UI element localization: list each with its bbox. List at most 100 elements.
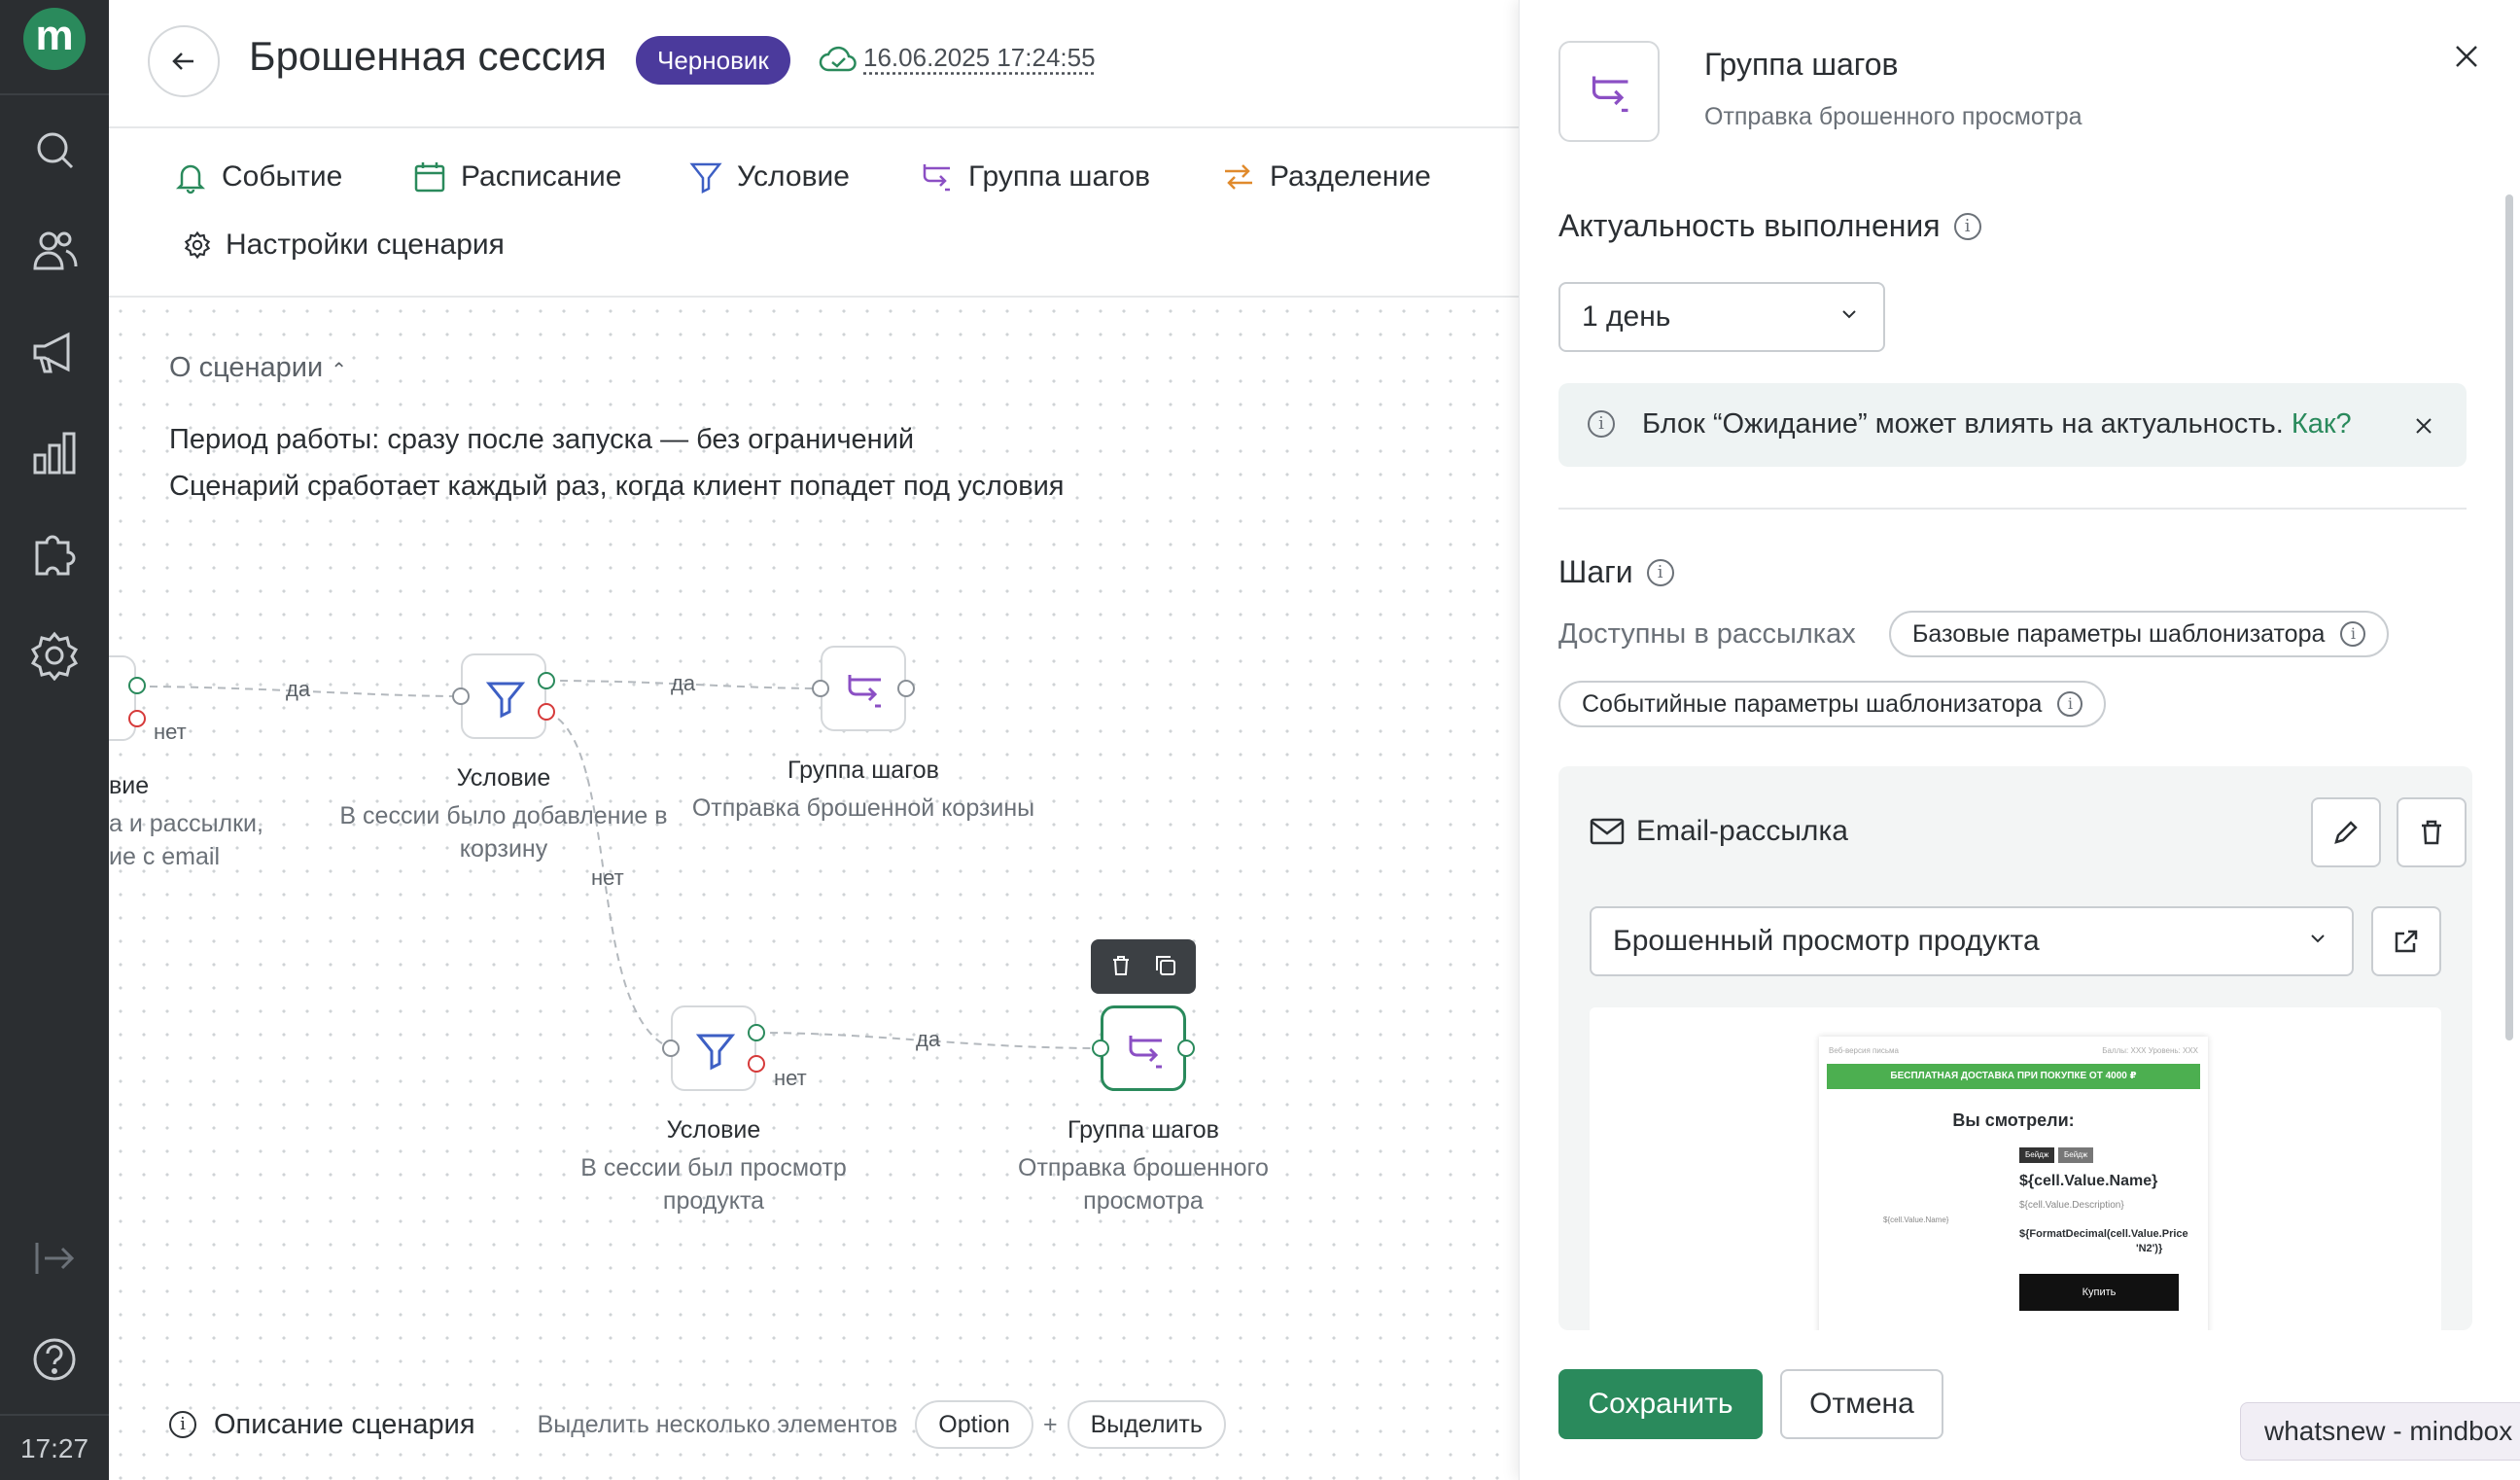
port-out[interactable] <box>897 680 915 697</box>
steps-icon <box>844 669 887 712</box>
puzzle-icon[interactable] <box>29 529 80 580</box>
search-icon[interactable] <box>29 124 80 175</box>
preview-badge: Бейдж <box>2058 1147 2093 1163</box>
divider <box>1558 508 2467 510</box>
info-icon[interactable]: i <box>1954 213 1981 240</box>
tool-label: Группа шагов <box>968 160 1150 194</box>
copy-icon[interactable] <box>1153 953 1178 978</box>
logout-icon[interactable] <box>29 1233 80 1284</box>
trash-icon[interactable] <box>1108 953 1134 978</box>
panel-scrollbar[interactable] <box>2505 194 2513 1040</box>
alert-text: Блок “Ожидание” может влиять на актуальн… <box>1642 408 2284 440</box>
port-no[interactable] <box>538 703 555 721</box>
plus-sign: + <box>1043 1411 1058 1439</box>
port-yes[interactable] <box>538 672 555 689</box>
port-out[interactable] <box>1177 1040 1195 1057</box>
header: Брошенная сессия Черновик 16.06.2025 17:… <box>109 0 1519 128</box>
chart-icon[interactable] <box>29 428 80 478</box>
save-button[interactable]: Сохранить <box>1558 1369 1763 1439</box>
port-yes[interactable] <box>748 1024 765 1041</box>
key-select-chip: Выделить <box>1068 1400 1226 1449</box>
filter-icon <box>688 159 723 194</box>
open-template-button[interactable] <box>2371 906 2441 976</box>
sidebar-divider <box>0 1414 109 1416</box>
info-alert: i Блок “Ожидание” может влиять на актуал… <box>1558 383 2467 467</box>
delete-button[interactable] <box>2397 797 2467 867</box>
logo[interactable]: m <box>23 8 86 70</box>
relevance-select[interactable]: 1 день <box>1558 282 1885 352</box>
users-icon[interactable] <box>29 226 80 276</box>
condition-node[interactable] <box>671 1005 756 1091</box>
tool-schedule[interactable]: Расписание <box>412 154 621 200</box>
available-label: Доступны в рассылках <box>1558 618 1856 651</box>
edge-label-no: нет <box>774 1066 807 1091</box>
info-icon: i <box>2340 621 2365 647</box>
port-no[interactable] <box>128 710 146 727</box>
status-badge: Черновик <box>636 36 790 85</box>
filter-icon <box>694 1029 737 1072</box>
gear-icon[interactable] <box>29 630 80 681</box>
back-button[interactable] <box>148 25 220 97</box>
panel-subtitle[interactable]: Отправка брошенного просмотра <box>1704 103 2082 131</box>
info-icon[interactable]: i <box>1647 559 1674 586</box>
pencil-icon <box>2332 819 2360 846</box>
node-title: вие <box>109 772 149 800</box>
description-toggle[interactable]: i Описание сценария <box>169 1409 475 1441</box>
tool-step-group[interactable]: Группа шагов <box>920 154 1150 200</box>
panel-title[interactable]: Группа шагов <box>1704 47 1899 83</box>
edge-label-yes: да <box>671 671 695 696</box>
about-toggle[interactable]: О сценарии ⌃ <box>169 352 347 384</box>
port-in[interactable] <box>812 680 829 697</box>
close-icon[interactable] <box>2414 416 2433 436</box>
preview-product-desc: ${cell.Value.Description} <box>2019 1200 2124 1211</box>
chevron-down-icon <box>1840 305 1858 323</box>
sidebar-divider <box>0 93 109 95</box>
edit-button[interactable] <box>2311 797 2381 867</box>
close-icon[interactable] <box>2451 41 2482 72</box>
chevron-up-icon: ⌃ <box>331 360 347 381</box>
event-params-chip[interactable]: Событийные параметры шаблонизатора i <box>1558 681 2106 727</box>
preview-product-price: ${FormatDecimal(cell.Value.Price 'N2')} <box>2019 1227 2188 1256</box>
canvas-footer: i Описание сценария Выделить несколько э… <box>169 1400 1226 1449</box>
node-title: Условие <box>406 764 601 793</box>
port-in[interactable] <box>1092 1040 1109 1057</box>
steps-icon <box>1588 70 1634 117</box>
port-in[interactable] <box>452 687 470 705</box>
megaphone-icon[interactable] <box>29 327 80 377</box>
tool-event[interactable]: Событие <box>173 154 342 200</box>
steps-icon <box>920 159 955 194</box>
node-title: Группа шагов <box>1017 1116 1270 1145</box>
cancel-button[interactable]: Отмена <box>1780 1369 1943 1439</box>
settings-label: Настройки сценария <box>226 229 505 262</box>
step-group-node[interactable] <box>821 646 906 731</box>
external-link-icon <box>2393 928 2420 955</box>
step-group-node-selected[interactable] <box>1101 1005 1186 1091</box>
tool-split[interactable]: Разделение <box>1221 154 1431 200</box>
template-select[interactable]: Брошенный просмотр продукта <box>1590 906 2354 976</box>
template-params-chip[interactable]: Базовые параметры шаблонизатора i <box>1889 611 2389 657</box>
preview-banner: БЕСПЛАТНАЯ ДОСТАВКА ПРИ ПОКУПКЕ ОТ 4000 … <box>1827 1064 2200 1089</box>
port-no[interactable] <box>748 1055 765 1073</box>
preview-product-name: ${cell.Value.Name} <box>2019 1173 2157 1190</box>
sidebar: m 17:27 <box>0 0 109 1480</box>
saved-timestamp[interactable]: 16.06.2025 17:24:55 <box>863 43 1096 73</box>
condition-node[interactable] <box>461 653 546 739</box>
port-in[interactable] <box>662 1040 680 1057</box>
info-icon: i <box>169 1411 196 1438</box>
preview-points: Баллы: XXX Уровень: XXX <box>2102 1046 2198 1055</box>
tool-label: Событие <box>222 160 342 194</box>
preview-image-alt: ${cell.Value.Name} <box>1883 1216 1948 1224</box>
partial-node[interactable] <box>109 655 136 741</box>
alert-link[interactable]: Как? <box>2292 408 2352 440</box>
node-subtitle: В сессии было добавление в корзину <box>329 799 679 865</box>
port-yes[interactable] <box>128 677 146 694</box>
help-icon[interactable] <box>29 1334 80 1385</box>
scenario-settings-button[interactable]: Настройки сценария <box>183 222 505 268</box>
about-line: Сценарий сработает каждый раз, когда кли… <box>169 471 1065 503</box>
email-preview[interactable]: Веб-версия письма Баллы: XXX Уровень: XX… <box>1590 1007 2441 1330</box>
relevance-title: Актуальность выполнения i <box>1558 208 1981 244</box>
arrow-left-icon <box>168 46 199 77</box>
step-group-panel: Группа шагов Отправка брошенного просмот… <box>1519 0 2520 1480</box>
about-line: Период работы: сразу после запуска — без… <box>169 424 914 456</box>
tool-condition[interactable]: Условие <box>688 154 850 200</box>
